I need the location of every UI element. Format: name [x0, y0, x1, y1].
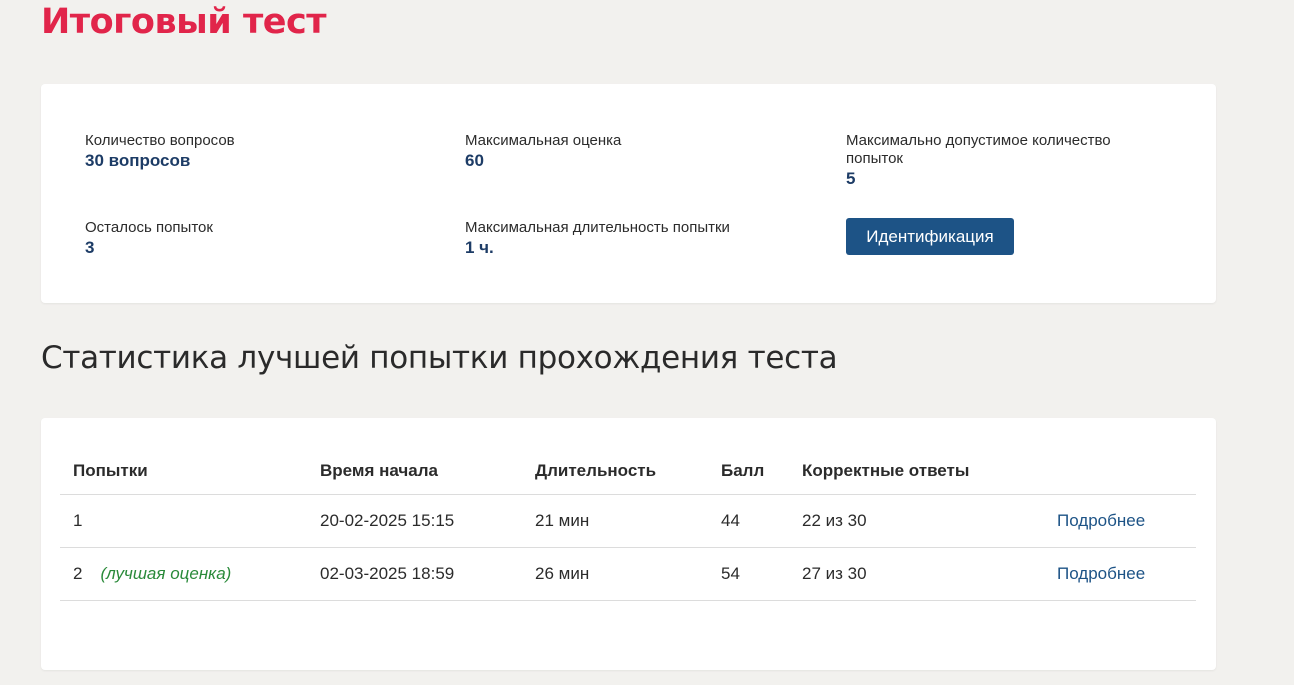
max-duration-item: Максимальная длительность попытки 1 ч.	[465, 219, 730, 259]
duration-cell: 26 мин	[522, 547, 708, 601]
actions-cell: Подробнее	[1044, 547, 1196, 601]
table-header-row: Попытки Время начала Длительность Балл К…	[60, 448, 1196, 495]
identification-button[interactable]: Идентификация	[846, 218, 1014, 255]
column-header-attempts: Попытки	[60, 448, 307, 495]
test-info-card: Количество вопросов 30 вопросов Максимал…	[41, 84, 1216, 303]
column-header-actions	[1044, 448, 1196, 495]
details-link[interactable]: Подробнее	[1057, 564, 1145, 583]
max-attempts-label: Максимально допустимое количество попыто…	[846, 132, 1111, 167]
score-cell: 54	[708, 547, 789, 601]
table-row: 1 20-02-2025 15:15 21 мин 44 22 из 30 По…	[60, 494, 1196, 548]
attempt-number: 1	[73, 511, 83, 530]
table-row: 2 (лучшая оценка) 02-03-2025 18:59 26 мин…	[60, 547, 1196, 601]
max-duration-label: Максимальная длительность попытки	[465, 219, 730, 236]
max-score-item: Максимальная оценка 60	[465, 132, 621, 172]
questions-count-label: Количество вопросов	[85, 132, 235, 149]
attempt-number: 2	[73, 564, 83, 583]
questions-count-value: 30 вопросов	[85, 151, 191, 170]
max-score-label: Максимальная оценка	[465, 132, 622, 149]
start-time-cell: 20-02-2025 15:15	[307, 494, 522, 548]
column-header-duration: Длительность	[522, 448, 708, 495]
questions-count-item: Количество вопросов 30 вопросов	[85, 132, 235, 172]
max-duration-value: 1 ч.	[465, 238, 494, 257]
correct-cell: 27 из 30	[789, 547, 1044, 601]
stats-card: Попытки Время начала Длительность Балл К…	[41, 418, 1216, 670]
remaining-attempts-item: Осталось попыток 3	[85, 219, 213, 259]
attempt-cell: 1	[60, 494, 307, 548]
max-attempts-value: 5	[846, 169, 856, 188]
attempts-table: Попытки Время начала Длительность Балл К…	[60, 448, 1196, 601]
duration-cell: 21 мин	[522, 494, 708, 548]
score-cell: 44	[708, 494, 789, 548]
remaining-attempts-label: Осталось попыток	[85, 219, 213, 236]
max-score-value: 60	[465, 151, 484, 170]
details-link[interactable]: Подробнее	[1057, 511, 1145, 530]
attempt-cell: 2 (лучшая оценка)	[60, 547, 307, 601]
column-header-score: Балл	[708, 448, 789, 495]
actions-cell: Подробнее	[1044, 494, 1196, 548]
best-score-tag: (лучшая оценка)	[100, 564, 232, 583]
max-attempts-item: Максимально допустимое количество попыто…	[846, 132, 1146, 190]
start-time-cell: 02-03-2025 18:59	[307, 547, 522, 601]
stats-section-title: Статистика лучшей попытки прохождения те…	[41, 340, 838, 376]
remaining-attempts-value: 3	[85, 238, 95, 257]
page-title: Итоговый тест	[41, 2, 327, 42]
correct-cell: 22 из 30	[789, 494, 1044, 548]
column-header-start-time: Время начала	[307, 448, 522, 495]
column-header-correct: Корректные ответы	[789, 448, 1044, 495]
